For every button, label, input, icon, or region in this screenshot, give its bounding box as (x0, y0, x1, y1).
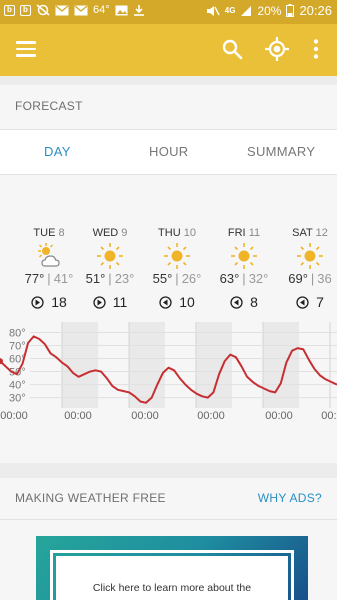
day-column[interactable]: SAT 12 69° | 36 7 (275, 227, 337, 310)
day-label: FRI 11 (227, 227, 261, 239)
network-type: 4G (224, 6, 236, 15)
battery-percent: 20% (257, 3, 282, 18)
wind-speed: 11 (75, 294, 145, 310)
search-icon[interactable] (221, 38, 243, 60)
app-bar (0, 24, 337, 76)
ad-banner[interactable]: Click here to learn more about the (36, 536, 308, 600)
tab-summary[interactable]: SUMMARY (247, 144, 315, 159)
y-tick-label: 80° (9, 328, 26, 340)
wind-speed: 8 (209, 294, 279, 310)
notification-icons: b b 64° (4, 4, 145, 16)
wind-arrow-icon (93, 295, 106, 309)
x-tick-label: 00:00 (321, 410, 337, 422)
x-tick-label: 00:00 (131, 410, 159, 422)
image-icon (115, 5, 128, 15)
my-location-icon[interactable] (264, 36, 290, 62)
sunny-icon (97, 243, 123, 269)
divider (0, 519, 337, 520)
day-label: WED 9 (92, 227, 128, 239)
status-temperature: 64° (93, 4, 110, 16)
ads-title: MAKING WEATHER FREE (15, 491, 166, 505)
mail-icon (74, 5, 88, 15)
sunny-icon (297, 243, 323, 269)
wind-arrow-icon (31, 295, 44, 309)
day-label: TUE 8 (33, 227, 65, 239)
y-tick-label: 70° (9, 341, 26, 353)
x-tick-label: 00:00 (0, 410, 28, 422)
day-column[interactable]: FRI 11 63° | 32° 8 (209, 227, 279, 310)
battery-icon (286, 4, 295, 17)
temperature-chart[interactable]: 80°70°60°50°40°30°00:00 00:00 00:00 00:00 00… (0, 322, 337, 430)
status-bar: b b 64° 4G 20% 20:26 (0, 0, 337, 24)
wind-arrow-icon (230, 295, 243, 309)
day-column[interactable]: THU 10 55° | 26° 10 (142, 227, 212, 310)
wind-speed: 7 (275, 294, 337, 310)
system-icons: 4G 20% 20:26 (206, 3, 332, 18)
x-tick-label: 00:00 (197, 410, 225, 422)
daily-forecast-strip[interactable]: TUE 8 77° | 41° 18 WED 9 51° | 23° 11 TH… (0, 227, 337, 327)
wind-arrow-icon (296, 295, 309, 309)
day-label: SAT 12 (292, 227, 328, 239)
tab-hour[interactable]: HOUR (149, 144, 188, 159)
wind-speed: 18 (14, 294, 84, 310)
ad-inner-box[interactable]: Click here to learn more about the (50, 550, 294, 600)
clock: 20:26 (299, 3, 332, 18)
day-temps: 55° | 26° (152, 271, 202, 286)
forecast-tabs: DAY HOUR SUMMARY (0, 129, 337, 175)
day-column[interactable]: WED 9 51° | 23° 11 (75, 227, 145, 310)
day-column[interactable]: TUE 8 77° | 41° 18 (14, 227, 84, 310)
partly-cloudy-icon (38, 243, 60, 267)
notification-b-icon: b (20, 4, 31, 16)
alarm-off-icon (36, 4, 50, 16)
download-icon (133, 5, 144, 16)
more-vert-icon[interactable] (310, 38, 322, 60)
why-ads-link[interactable]: WHY ADS? (258, 491, 322, 505)
night-band (263, 322, 299, 408)
night-band (62, 322, 98, 408)
tab-day[interactable]: DAY (44, 144, 71, 159)
mute-icon (206, 5, 220, 16)
y-tick-label: 30° (9, 393, 26, 405)
sunny-icon (164, 243, 190, 269)
ad-text: Click here to learn more about the (92, 582, 252, 594)
day-temps: 51° | 23° (85, 271, 135, 286)
wind-arrow-icon (159, 295, 172, 309)
x-tick-label: 00:00 (64, 410, 92, 422)
day-label: THU 10 (158, 227, 196, 239)
menu-icon[interactable] (16, 41, 36, 57)
day-temps: 77° | 41° (24, 271, 74, 286)
y-tick-label: 40° (9, 380, 26, 392)
sunny-icon (231, 243, 257, 269)
forecast-title: FORECAST (15, 99, 83, 113)
day-temps: 63° | 32° (219, 271, 269, 286)
wind-speed: 10 (142, 294, 212, 310)
forecast-card: FORECAST DAY HOUR SUMMARY TUE 8 77° | 41° … (0, 85, 337, 463)
day-temps: 69° | 36 (288, 271, 332, 286)
mail-icon (55, 5, 69, 15)
notification-b-icon: b (4, 4, 15, 16)
x-tick-label: 00:00 (265, 410, 293, 422)
signal-icon (241, 5, 252, 16)
ads-card: MAKING WEATHER FREE WHY ADS? Click here … (0, 478, 337, 600)
